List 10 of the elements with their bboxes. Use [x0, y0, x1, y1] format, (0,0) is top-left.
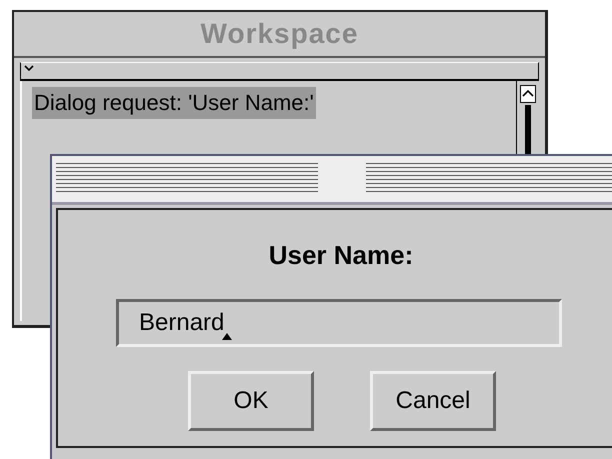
title-bar[interactable] — [52, 156, 612, 205]
menu-bar[interactable] — [20, 62, 539, 81]
dialog-button[interactable]: OK — [188, 371, 314, 431]
input-field[interactable]: Bernard — [116, 299, 562, 347]
prompt-label: User Name: — [268, 240, 414, 271]
dialog-button[interactable]: Cancel — [370, 371, 496, 431]
window-title: Workspace — [14, 12, 545, 58]
scroll-up-icon[interactable] — [520, 85, 536, 103]
chevron-down-icon[interactable] — [24, 65, 34, 71]
text-cursor-icon — [222, 333, 232, 340]
